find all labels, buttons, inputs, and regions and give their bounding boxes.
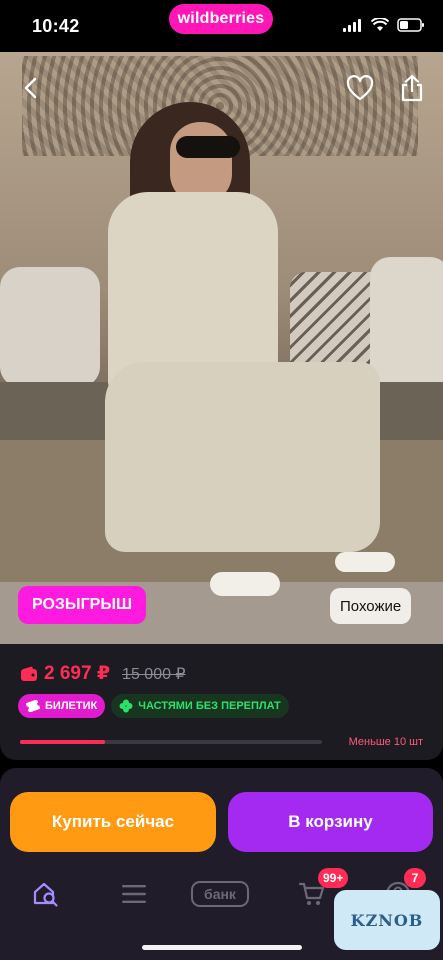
nav-catalog[interactable]: [104, 872, 164, 916]
ticket-badge[interactable]: БИЛЕТИК: [18, 694, 106, 718]
badge-row: БИЛЕТИК ЧАСТЯМИ БЕЗ ПЕРЕПЛАТ: [18, 694, 289, 718]
cart-count-badge: 99+: [318, 868, 349, 888]
home-indicator[interactable]: [142, 945, 302, 950]
wallet-icon: [21, 666, 37, 681]
favorite-button[interactable]: [342, 70, 378, 106]
installments-badge-label: ЧАСТЯМИ БЕЗ ПЕРЕПЛАТ: [138, 700, 281, 712]
battery-icon: [397, 18, 424, 32]
nav-cart[interactable]: 99+: [282, 868, 349, 916]
share-icon: [401, 74, 423, 102]
profile-count-badge: 7: [404, 868, 426, 888]
chevron-left-icon: [24, 77, 37, 99]
add-to-cart-button[interactable]: В корзину: [228, 792, 433, 852]
clover-icon: [119, 699, 133, 713]
similar-button[interactable]: Похожие: [330, 588, 412, 624]
stock-progress-bar: [20, 740, 322, 744]
status-icons: [343, 18, 425, 32]
stock-progress-fill: [20, 740, 105, 744]
raffle-badge[interactable]: РОЗЫГРЫШ: [18, 586, 147, 624]
product-image[interactable]: [0, 52, 443, 644]
cushion: [370, 257, 443, 387]
model-sunglasses: [176, 136, 240, 158]
share-button[interactable]: [394, 70, 430, 106]
product-info: 2 697 ₽ 15 000 ₽ БИЛЕТИК ЧАСТЯМИ БЕЗ ПЕР…: [0, 644, 443, 760]
watermark: KZNOB: [334, 890, 440, 950]
bank-label: банк: [191, 881, 249, 907]
model-pants: [105, 362, 380, 552]
buy-now-button[interactable]: Купить сейчас: [10, 792, 216, 852]
menu-icon: [122, 885, 146, 903]
back-button[interactable]: [12, 70, 48, 106]
brand-logo: wildberries: [169, 4, 273, 34]
cushion: [0, 267, 100, 387]
model-shoe: [210, 572, 280, 596]
current-price: 2 697 ₽: [44, 663, 111, 684]
status-bar: 10:42 wildberries: [0, 0, 443, 52]
installments-badge[interactable]: ЧАСТЯМИ БЕЗ ПЕРЕПЛАТ: [111, 694, 289, 718]
nav-bank[interactable]: банк: [190, 872, 250, 916]
model-shoe: [335, 552, 395, 572]
heart-icon: [346, 75, 374, 101]
old-price: 15 000 ₽: [122, 665, 186, 683]
ticket-badge-label: БИЛЕТИК: [45, 700, 98, 712]
search-home-icon: [33, 882, 58, 907]
price-row: 2 697 ₽ 15 000 ₽: [20, 662, 186, 685]
cellular-signal-icon: [343, 19, 361, 32]
status-time: 10:42: [32, 16, 80, 36]
nav-home-search[interactable]: [16, 872, 76, 916]
stock-text: Меньше 10 шт: [348, 736, 423, 748]
wifi-icon: [371, 18, 389, 31]
ticket-icon: [26, 700, 40, 712]
